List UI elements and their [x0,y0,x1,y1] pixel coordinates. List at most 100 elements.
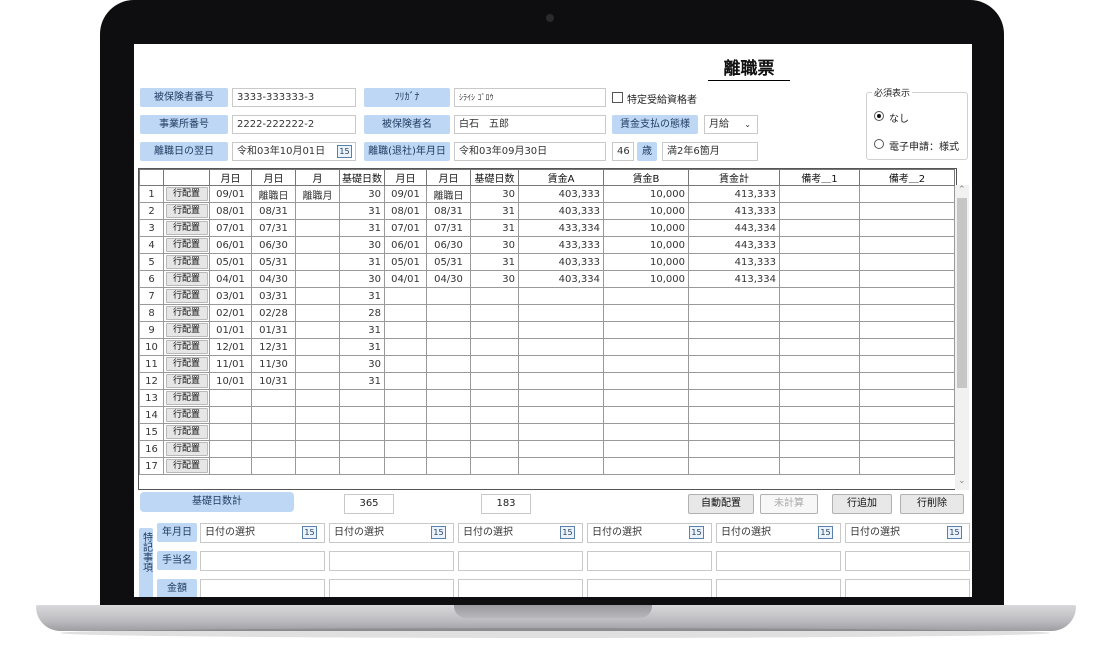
table-cell[interactable]: 12/01 [209,338,252,356]
notes-allowance-field[interactable] [329,551,454,571]
table-cell[interactable] [295,202,340,220]
table-cell[interactable] [295,457,340,475]
table-cell[interactable]: 10,000 [603,219,689,237]
table-cell[interactable]: 離職月 [295,185,340,203]
table-cell[interactable]: 31 [470,202,519,220]
row-assign-button[interactable]: 行配置 [165,306,208,320]
table-cell[interactable] [688,406,780,424]
table-cell[interactable] [603,338,689,356]
table-cell[interactable]: 04/30 [426,270,471,288]
table-cell[interactable]: 28 [339,304,385,322]
table-cell[interactable]: 03/01 [209,287,252,305]
table-cell[interactable]: 08/01 [209,202,252,220]
table-cell[interactable] [688,321,780,339]
table-cell[interactable] [603,389,689,407]
remark-cell[interactable] [779,185,860,203]
table-cell[interactable] [518,457,604,475]
table-cell[interactable]: 05/01 [209,253,252,271]
notes-amount-field[interactable] [716,579,841,597]
table-cell[interactable]: 10/01 [209,372,252,390]
table-cell[interactable] [251,406,296,424]
remark-cell[interactable] [779,372,860,390]
table-cell[interactable] [426,304,471,322]
remark-cell[interactable] [859,457,955,475]
table-cell[interactable] [384,440,427,458]
table-cell[interactable] [209,440,252,458]
table-cell[interactable] [426,321,471,339]
table-cell[interactable] [251,389,296,407]
table-cell[interactable] [603,304,689,322]
row-assign-button[interactable]: 行配置 [165,391,208,405]
remark-cell[interactable] [779,287,860,305]
remark-cell[interactable] [859,406,955,424]
remark-cell[interactable] [859,185,955,203]
table-cell[interactable] [384,406,427,424]
table-cell[interactable] [470,321,519,339]
table-cell[interactable] [295,253,340,271]
table-cell[interactable]: 04/01 [209,270,252,288]
table-cell[interactable] [518,355,604,373]
table-cell[interactable]: 07/31 [251,219,296,237]
table-cell[interactable]: 05/01 [384,253,427,271]
remark-cell[interactable] [859,338,955,356]
table-cell[interactable] [339,406,385,424]
table-cell[interactable]: 12/31 [251,338,296,356]
table-cell[interactable] [295,270,340,288]
table-cell[interactable] [518,440,604,458]
table-cell[interactable]: 30 [470,185,519,203]
table-cell[interactable]: 31 [339,372,385,390]
table-cell[interactable] [688,355,780,373]
notes-allowance-field[interactable] [458,551,583,571]
table-cell[interactable] [518,287,604,305]
table-cell[interactable] [295,389,340,407]
table-cell[interactable] [688,287,780,305]
table-cell[interactable]: 10,000 [603,202,689,220]
table-cell[interactable]: 443,334 [688,219,780,237]
table-cell[interactable] [688,338,780,356]
table-cell[interactable]: 05/31 [251,253,296,271]
table-cell[interactable]: 31 [470,253,519,271]
table-cell[interactable] [339,440,385,458]
remark-cell[interactable] [779,355,860,373]
row-assign-button[interactable]: 行配置 [165,272,208,286]
table-cell[interactable]: 30 [339,185,385,203]
add-row-button[interactable]: 行追加 [832,494,892,514]
row-assign-button[interactable]: 行配置 [165,204,208,218]
table-cell[interactable] [470,440,519,458]
table-cell[interactable]: 10/31 [251,372,296,390]
notes-allowance-field[interactable] [200,551,325,571]
row-assign-button[interactable]: 行配置 [165,238,208,252]
table-cell[interactable] [688,423,780,441]
remark-cell[interactable] [859,440,955,458]
table-cell[interactable]: 08/01 [384,202,427,220]
table-cell[interactable]: 01/31 [251,321,296,339]
remark-cell[interactable] [779,321,860,339]
table-cell[interactable] [384,304,427,322]
table-cell[interactable]: 07/01 [209,219,252,237]
calendar-icon[interactable]: 15 [302,526,317,539]
remark-cell[interactable] [859,321,955,339]
table-cell[interactable] [603,440,689,458]
table-cell[interactable]: 403,333 [518,253,604,271]
table-cell[interactable] [470,372,519,390]
table-cell[interactable] [339,457,385,475]
tenure-field[interactable]: 満2年6箇月 [662,142,758,161]
notes-date-select[interactable]: 日付の選択 15 [329,523,454,543]
leave-date-field[interactable]: 令和03年09月30日 [454,142,606,161]
table-cell[interactable] [518,406,604,424]
remark-cell[interactable] [779,440,860,458]
notes-date-select[interactable]: 日付の選択 15 [200,523,325,543]
remark-cell[interactable] [779,457,860,475]
remark-cell[interactable] [779,406,860,424]
table-cell[interactable] [470,406,519,424]
table-cell[interactable]: 413,333 [688,185,780,203]
table-cell[interactable]: 11/01 [209,355,252,373]
table-cell[interactable] [295,423,340,441]
table-cell[interactable]: 06/01 [384,236,427,254]
notes-allowance-field[interactable] [845,551,970,571]
remark-cell[interactable] [859,372,955,390]
remark-cell[interactable] [859,304,955,322]
table-cell[interactable] [339,389,385,407]
table-cell[interactable]: 04/01 [384,270,427,288]
table-cell[interactable] [470,355,519,373]
